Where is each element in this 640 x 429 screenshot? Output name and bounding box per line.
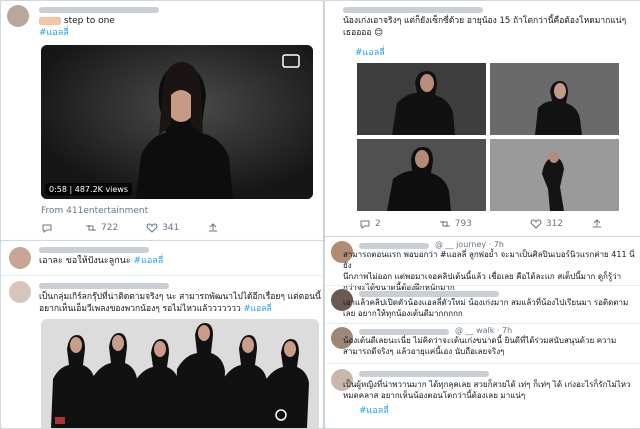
photo-content	[357, 139, 486, 211]
reply-button[interactable]	[41, 223, 57, 233]
retweet-button[interactable]: 793	[439, 219, 472, 229]
photo-1[interactable]	[357, 63, 486, 135]
like-button[interactable]: 312	[530, 219, 563, 229]
group-photo-content	[41, 319, 319, 428]
share-button[interactable]	[591, 219, 607, 229]
heart-icon	[530, 219, 542, 229]
reply-text: น้องเต้นดีเลยนะเนี่ย ไม่คิดว่าจะเต้นเก่ง…	[343, 336, 617, 356]
hashtag-link[interactable]: #แอลลี่	[355, 47, 385, 59]
username[interactable]	[39, 247, 149, 253]
avatar[interactable]	[9, 281, 31, 303]
tweet-actions: 722 341	[41, 223, 251, 233]
tweet-text: น้องเก่งเอาจริงๆ แต่ก็ยังเซ็กซี่ด้วย อาย…	[343, 16, 627, 38]
video-frame	[41, 45, 313, 199]
retweet-icon	[86, 225, 96, 231]
username[interactable]	[359, 371, 489, 377]
tweet-card-photos: น้องเก่งเอาจริงๆ แต่ก็ยังเซ็กซี่ด้วย อาย…	[324, 0, 640, 238]
reply-button[interactable]: 2	[359, 219, 381, 229]
photo-content	[490, 63, 619, 135]
reply-thread-left: เอาละ ขอให้ปังนะลูกนะ #แอลลี่ เป็นกลุ่มเ…	[0, 240, 324, 429]
reply-text: เอาแล้วคลิปเปิดตัวน้องแอลลี่ตัวใหม่ น้อง…	[343, 298, 629, 318]
like-button[interactable]: 341	[146, 223, 179, 233]
retweet-button[interactable]: 722	[85, 223, 118, 233]
photo-2[interactable]	[490, 63, 619, 135]
share-icon	[593, 219, 602, 228]
share-icon	[209, 223, 218, 232]
username[interactable]	[39, 7, 159, 13]
reply-text: เอาละ ขอให้ปังนะลูกนะ #แอลลี่	[39, 256, 164, 266]
hashtag-link[interactable]: #แอลลี่	[39, 27, 69, 39]
username[interactable]	[343, 7, 483, 13]
emoji	[39, 16, 61, 25]
photo-grid	[357, 63, 619, 211]
divider	[325, 323, 640, 324]
avatar[interactable]	[9, 247, 31, 269]
group-photo[interactable]	[41, 319, 319, 428]
reply-icon	[42, 224, 52, 233]
hashtag-link[interactable]: #แอลลี่	[244, 304, 272, 314]
photo-content	[490, 139, 619, 211]
hashtag-link[interactable]: #แอลลี่	[134, 256, 164, 266]
share-button[interactable]	[207, 223, 223, 233]
tweet-actions: 2 793 312	[359, 219, 635, 229]
divider	[1, 275, 323, 276]
reply-text: เป็นกลุ่มเกิร์ลกรุ๊ปที่น่าติดตามจริงๆ นะ…	[39, 292, 321, 314]
tweet-text: step to one	[39, 15, 115, 27]
video-source[interactable]: From 411entertainment	[41, 205, 148, 217]
video-timestamp-badge: 0:58 | 487.2K views	[45, 183, 133, 196]
photo-4[interactable]	[490, 139, 619, 211]
reply-text: เป็นผู้หญิงที่น่าพวานมาก ได้ทุกลุคเลย สว…	[343, 380, 631, 400]
photo-3[interactable]	[357, 139, 486, 211]
reply-icon	[360, 220, 370, 229]
video-player[interactable]: 0:58 | 487.2K views	[41, 45, 313, 199]
username[interactable]	[39, 283, 169, 289]
retweet-icon	[439, 221, 450, 227]
divider	[325, 285, 640, 286]
hashtag-link[interactable]: #แอลลี่	[359, 405, 389, 417]
divider	[325, 363, 640, 364]
heart-icon	[146, 223, 158, 233]
reply-thread-right: @ __ journey · 7h สามารถตอนแรก พอบอกว่า …	[324, 236, 640, 429]
tweet-card-video: step to one #แอลลี่ 0:58 | 487.2K views …	[0, 0, 324, 242]
avatar[interactable]	[7, 5, 29, 27]
reply-text: สามารถตอนแรก พอบอกว่า #แอลลี่ ลูกพ่อย้ำ …	[343, 250, 635, 292]
photo-content	[357, 63, 486, 135]
